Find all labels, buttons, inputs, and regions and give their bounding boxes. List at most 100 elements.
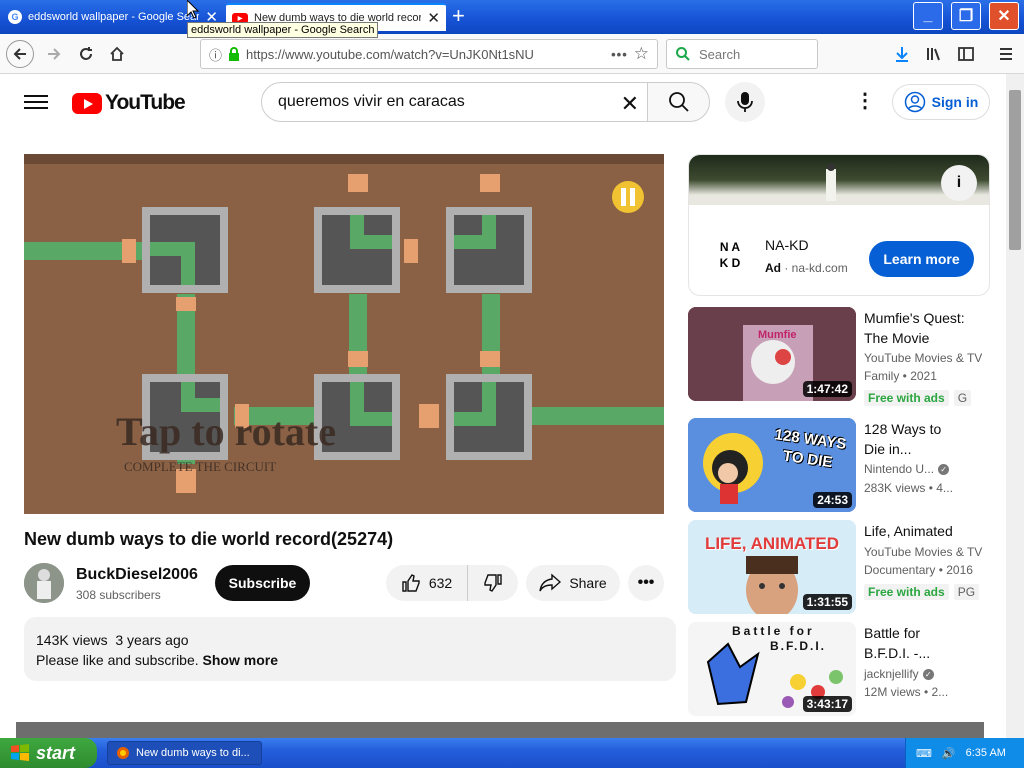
minimize-button[interactable]: _	[913, 2, 943, 30]
bookmark-star-icon[interactable]: ☆	[634, 44, 649, 64]
search-icon	[668, 92, 689, 112]
rating-badge: G	[953, 390, 972, 406]
video-frame	[24, 154, 664, 493]
forward-button[interactable]	[40, 40, 68, 68]
share-button[interactable]: Share	[526, 565, 620, 601]
address-bar[interactable]: ⓘ https://www.youtube.com/watch?v=UnJK0N…	[200, 39, 658, 69]
library-button[interactable]	[920, 40, 948, 68]
page-scrollbar[interactable]	[1006, 74, 1024, 738]
video-thumbnail[interactable]: LIFE, ANIMATED 1:31:55	[688, 520, 856, 614]
page-actions-icon[interactable]: •••	[611, 47, 628, 62]
youtube-masthead: YouTube queremos vivir en caracas ✕ ⋮ Si…	[0, 74, 1006, 130]
video-player[interactable]: Tap to rotate COMPLETE THE CIRCUIT	[24, 154, 664, 514]
clock: 6:35 AM	[965, 747, 1006, 759]
channel-avatar[interactable]	[24, 563, 64, 603]
channel-name[interactable]: jacknjellify ✓	[864, 667, 989, 681]
url-text: https://www.youtube.com/watch?v=UnJK0Nt1…	[246, 46, 534, 62]
more-actions-button[interactable]: •••	[628, 565, 664, 601]
video-thumbnail[interactable]: Mumfie 1:47:42	[688, 307, 856, 401]
home-button[interactable]	[103, 40, 131, 68]
youtube-logo[interactable]: YouTube	[72, 91, 186, 115]
hamburger-menu-icon	[1000, 48, 1012, 60]
free-with-ads-badge: Free with ads	[864, 584, 949, 600]
volume-icon[interactable]: 🔊	[942, 747, 956, 760]
clear-search-icon[interactable]: ✕	[621, 91, 639, 117]
video-duration: 1:47:42	[802, 381, 852, 397]
video-thumbnail[interactable]: 128 WAYS TO DIE 24:53	[688, 418, 856, 512]
page-scrollbar-thumb[interactable]	[1009, 90, 1021, 250]
channel-name[interactable]: Nintendo U... ✓	[864, 462, 989, 476]
recommended-video[interactable]: Mumfie 1:47:42 Mumfie's Quest: The Movie…	[688, 307, 998, 406]
channel-name[interactable]: YouTube Movies & TV	[864, 545, 989, 559]
library-icon	[927, 48, 940, 61]
account-icon	[904, 91, 925, 113]
learn-more-button[interactable]: Learn more	[869, 241, 974, 277]
info-icon[interactable]: ⓘ	[209, 45, 222, 64]
keyboard-icon[interactable]: ⌨	[916, 747, 932, 760]
recommended-video[interactable]: LIFE, ANIMATED 1:31:55 Life, Animated Yo…	[688, 520, 998, 614]
ad-brand-logo: N A K D	[713, 239, 747, 273]
video-title: Mumfie's Quest: The Movie	[864, 308, 989, 348]
sign-in-button[interactable]: Sign in	[892, 84, 990, 120]
channel-label: Nintendo U...	[864, 462, 935, 476]
back-button[interactable]	[6, 40, 34, 68]
badge-row: Free with ads G	[864, 390, 972, 406]
ad-info-icon[interactable]: i	[941, 165, 977, 201]
thumbnail-text: LIFE, ANIMATED	[704, 534, 840, 553]
ad-card[interactable]: i N A K D NA-KD Ad · na-kd.com Learn mor…	[688, 154, 990, 296]
voice-search-button[interactable]	[725, 82, 765, 122]
channel-name[interactable]: YouTube Movies & TV	[864, 351, 989, 365]
like-button[interactable]: 632	[386, 565, 468, 601]
share-label: Share	[569, 575, 607, 591]
subscriber-count: 308 subscribers	[76, 588, 161, 602]
taskbar-window-button[interactable]: New dumb ways to di...	[107, 741, 262, 765]
menu-button[interactable]	[992, 40, 1020, 68]
browser-search-field[interactable]: Search	[666, 39, 818, 69]
recommended-video[interactable]: Battle for B.F.D.I. 3:43:17 Battle for B…	[688, 622, 998, 716]
new-tab-button[interactable]: +	[452, 4, 465, 28]
close-tab-icon[interactable]: ✕	[427, 9, 440, 27]
start-label: start	[36, 742, 76, 763]
description-box[interactable]: 143K views 3 years ago Please like and s…	[24, 617, 676, 681]
show-more-link[interactable]: Show more	[203, 652, 278, 668]
thumbnail-text: Mumfie	[758, 329, 797, 341]
ad-label: Ad	[765, 261, 781, 275]
browser-tab-strip: G eddsworld wallpaper - Google Search ✕ …	[0, 0, 1024, 34]
video-meta: 12M views • 2...	[864, 685, 949, 699]
dislike-button[interactable]	[468, 565, 518, 601]
downloads-button[interactable]	[888, 40, 916, 68]
video-duration: 24:53	[813, 492, 852, 508]
search-placeholder: Search	[699, 46, 741, 62]
youtube-wordmark: YouTube	[105, 91, 186, 114]
video-thumbnail[interactable]: Battle for B.F.D.I. 3:43:17	[688, 622, 856, 716]
description-text: Please like and subscribe.	[36, 652, 199, 668]
video-duration: 1:31:55	[802, 594, 852, 610]
share-arrow-icon	[539, 573, 562, 592]
channel-name[interactable]: BuckDiesel2006	[76, 566, 198, 584]
horizontal-scrollbar[interactable]	[16, 722, 984, 738]
subscribe-button[interactable]: Subscribe	[215, 565, 310, 601]
reload-button[interactable]	[72, 40, 100, 68]
sidebar-toggle-button[interactable]	[952, 40, 980, 68]
maximize-button[interactable]: ❐	[951, 2, 981, 30]
like-count: 632	[428, 575, 453, 591]
search-button[interactable]	[647, 82, 710, 122]
video-title: New dumb ways to die world record(25274)	[24, 529, 394, 549]
search-input[interactable]: queremos vivir en caracas ✕	[261, 82, 648, 122]
settings-more-icon[interactable]: ⋮	[855, 88, 875, 113]
close-window-button[interactable]: ✕	[989, 2, 1019, 30]
sign-in-label: Sign in	[931, 94, 979, 110]
recommended-video[interactable]: 128 WAYS TO DIE 24:53 128 Ways to Die in…	[688, 418, 998, 512]
windows-taskbar: start New dumb ways to di... ⌨ 🔊 6:35 AM	[0, 738, 1024, 768]
video-duration: 3:43:17	[802, 696, 852, 712]
home-icon	[110, 46, 124, 61]
tab-title: eddsworld wallpaper - Google Search	[28, 11, 200, 23]
video-overlay-subtext: COMPLETE THE CIRCUIT	[124, 459, 277, 474]
start-button[interactable]: start	[0, 738, 97, 768]
verified-check-icon: ✓	[938, 464, 950, 476]
download-arrow-icon	[896, 47, 908, 62]
title-line: Mumfie's Quest:	[864, 310, 965, 326]
tab-tooltip: eddsworld wallpaper - Google Search	[187, 22, 379, 38]
guide-menu-icon[interactable]	[24, 92, 48, 112]
verified-check-icon: ✓	[922, 669, 934, 681]
